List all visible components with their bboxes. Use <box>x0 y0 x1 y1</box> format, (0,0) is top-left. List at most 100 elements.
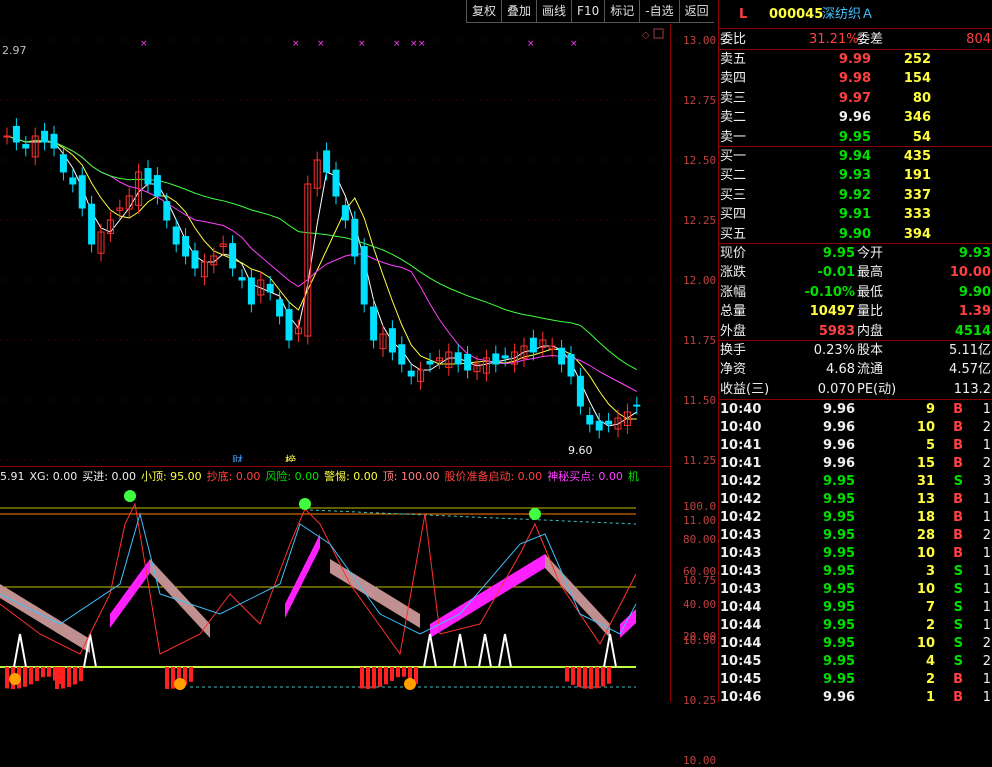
fund-row-cell: 收益(三) <box>720 381 770 397</box>
candlestick-chart[interactable]: × × × × × × × × × 2.97 9.60 财 榜 ◇ <box>0 24 670 462</box>
indicator-value: 警惕: 0.00 <box>324 470 378 483</box>
quote-row[interactable]: 涨幅 -0.10% 最低 9.90 <box>719 283 992 302</box>
tick-row-cell: 10:43 <box>720 546 762 561</box>
svg-text:×: × <box>410 39 418 49</box>
svg-text:×: × <box>358 39 366 49</box>
tick-row-cell: 1 <box>982 546 991 561</box>
tick-row[interactable]: 10:43 9.95 10 B 1 <box>719 544 992 563</box>
tick-row-cell: 1 <box>982 402 991 417</box>
tick-row-cell: 28 <box>916 528 935 543</box>
ask-row[interactable]: 卖四 9.98 154 <box>719 69 992 88</box>
bid-row[interactable]: 买一 9.94 435 <box>719 147 992 166</box>
stock-code[interactable]: 000045 <box>769 3 823 27</box>
tick-row[interactable]: 10:43 9.95 3 S 1 <box>719 562 992 581</box>
quote-row-cell: -0.01 <box>817 265 855 281</box>
ask-row[interactable]: 卖五 9.99 252 <box>719 50 992 69</box>
maximize-icon <box>653 28 664 39</box>
tick-row[interactable]: 10:43 9.95 28 B 2 <box>719 526 992 545</box>
toolbar: 复权 叠加 画线 F10 标记 -自选 返回 <box>466 0 714 24</box>
bid-row[interactable]: 买四 9.91 333 <box>719 205 992 224</box>
tick-row[interactable]: 10:45 9.95 4 S 2 <box>719 652 992 671</box>
tick-row-cell: 1 <box>982 690 991 705</box>
tick-row[interactable]: 10:44 9.95 10 S 2 <box>719 634 992 653</box>
quote-row[interactable]: 总量 10497 量比 1.39 <box>719 302 992 321</box>
quote-row[interactable]: 涨跌 -0.01 最高 10.00 <box>719 263 992 282</box>
bid-row-cell: 337 <box>903 187 931 203</box>
fund-row-cell: 4.68 <box>826 362 855 378</box>
bid-row-cell: 买三 <box>720 187 747 203</box>
tick-row-cell: 10:42 <box>720 474 762 489</box>
tick-row[interactable]: 10:42 9.95 18 B 1 <box>719 508 992 527</box>
indicator-axis-label: 20.00 <box>683 630 717 643</box>
bid-row[interactable]: 买三 9.92 337 <box>719 186 992 205</box>
tick-row[interactable]: 10:41 9.96 15 B 2 <box>719 454 992 473</box>
fund-row[interactable]: 换手 0.23% 股本 5.11亿 <box>719 341 992 360</box>
tick-row-cell: S <box>953 474 963 489</box>
bid-row[interactable]: 买五 9.90 394 <box>719 225 992 244</box>
tick-row-cell: 10:44 <box>720 600 762 615</box>
tick-row-cell: 10:42 <box>720 510 762 525</box>
tick-row[interactable]: 10:40 9.96 10 B 2 <box>719 418 992 437</box>
bid-row-cell: 买一 <box>720 149 747 164</box>
tick-row[interactable]: 10:42 9.95 31 S 3 <box>719 472 992 491</box>
ratio-row: 委比 31.21% 委差 804 <box>719 30 992 49</box>
tick-row-cell: B <box>953 672 963 687</box>
tick-row-cell: B <box>953 690 963 705</box>
quote-row-cell: 涨跌 <box>720 265 747 281</box>
tick-row-cell: 9.96 <box>823 438 856 453</box>
fund-row[interactable]: 收益(三) 0.070 PE(动) 113.2 <box>719 380 992 399</box>
tick-row[interactable]: 10:45 9.95 2 B 1 <box>719 670 992 689</box>
indicator-value: 风险: 0.00 <box>265 470 320 483</box>
toolbar-button-2[interactable]: 画线 <box>536 0 572 23</box>
tick-row[interactable]: 10:43 9.95 10 S 1 <box>719 580 992 599</box>
toolbar-button-3[interactable]: F10 <box>571 0 605 23</box>
svg-text:×: × <box>140 39 148 49</box>
tick-row-cell: 1 <box>925 690 935 705</box>
ask-row[interactable]: 卖三 9.97 80 <box>719 89 992 108</box>
indicator-chart[interactable] <box>0 484 670 702</box>
quote-row-cell: 外盘 <box>720 323 747 339</box>
tick-row[interactable]: 10:40 9.96 9 B 1 <box>719 400 992 419</box>
tick-row-cell: 10:44 <box>720 636 762 651</box>
tick-row-cell: 10:46 <box>720 690 762 705</box>
tick-row-cell: 9.96 <box>823 456 856 471</box>
tick-row-cell: 10:40 <box>720 420 762 435</box>
toolbar-button-6[interactable]: 返回 <box>678 0 714 23</box>
ask-row[interactable]: 卖一 9.95 54 <box>719 128 992 147</box>
quote-row-cell: 今开 <box>857 246 884 261</box>
toolbar-button-0[interactable]: 复权 <box>466 0 502 23</box>
tick-row-cell: 2 <box>982 528 991 543</box>
diamond-icon: ◇ <box>642 30 650 41</box>
toolbar-button-4[interactable]: 标记 <box>604 0 640 23</box>
tick-row-cell: 1 <box>982 582 991 597</box>
tick-row-cell: B <box>953 510 963 525</box>
cai-marker: 财 <box>232 453 243 462</box>
bid-row-cell: 9.94 <box>838 149 871 164</box>
quote-row[interactable]: 外盘 5983 内盘 4514 <box>719 322 992 341</box>
ask-row-cell: 346 <box>903 110 931 126</box>
fund-row-cell: 流通 <box>857 362 884 378</box>
tick-row-cell: B <box>953 420 963 435</box>
toolbar-button-1[interactable]: 叠加 <box>501 0 537 23</box>
tick-row[interactable]: 10:42 9.95 13 B 1 <box>719 490 992 509</box>
toolbar-button-5[interactable]: -自选 <box>639 0 679 23</box>
ask-row-cell: 154 <box>903 71 931 87</box>
quote-row-cell: 9.95 <box>822 246 855 261</box>
bid-row[interactable]: 买二 9.93 191 <box>719 166 992 185</box>
fund-row[interactable]: 净资 4.68 流通 4.57亿 <box>719 360 992 379</box>
ask-row[interactable]: 卖二 9.96 346 <box>719 108 992 127</box>
tick-row[interactable]: 10:41 9.96 5 B 1 <box>719 436 992 455</box>
tick-row-cell: S <box>953 600 963 615</box>
tick-row[interactable]: 10:44 9.95 2 S 1 <box>719 616 992 635</box>
tick-row[interactable]: 10:44 9.95 7 S 1 <box>719 598 992 617</box>
price-axis-label: 11.00 <box>683 514 717 527</box>
tick-row-cell: 9.96 <box>823 690 856 705</box>
tick-row-cell: 10:42 <box>720 492 762 507</box>
price-axis-label: 11.75 <box>683 334 717 347</box>
quote-row[interactable]: 现价 9.95 今开 9.93 <box>719 244 992 263</box>
tick-row-cell: 9.95 <box>823 474 856 489</box>
quote-row-cell: 4514 <box>954 323 991 339</box>
tick-row[interactable]: 10:46 9.96 1 B 1 <box>719 688 992 707</box>
tick-row-cell: 5 <box>925 438 935 453</box>
stock-name[interactable]: 深纺织Ａ <box>822 3 874 27</box>
